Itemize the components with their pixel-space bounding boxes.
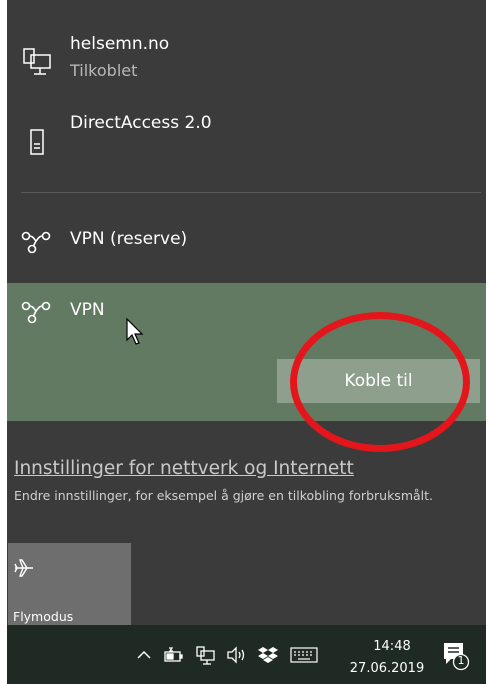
airplane-icon (13, 557, 35, 583)
network-name: helsemn.no (70, 34, 170, 54)
network-status: Tilkoblet (70, 61, 138, 80)
network-name: DirectAccess 2.0 (70, 113, 212, 133)
network-item-directaccess[interactable]: DirectAccess 2.0 (7, 105, 486, 165)
notification-count: 1 (457, 654, 465, 667)
keyboard-icon[interactable] (289, 644, 319, 666)
taskbar: 14:48 27.06.2019 1 (7, 625, 486, 684)
phone-device-icon (21, 127, 53, 159)
network-item-helsemn[interactable]: helsemn.no Tilkoblet (7, 28, 486, 88)
vpn-icon (20, 226, 52, 258)
clock-date[interactable]: 27.06.2019 (342, 661, 432, 676)
vpn-name: VPN (reserve) (70, 229, 188, 249)
battery-icon[interactable] (163, 644, 185, 666)
vpn-item-reserve[interactable]: VPN (reserve) (7, 218, 486, 266)
network-settings-link[interactable]: Innstillinger for nettverk og Internett (14, 458, 354, 479)
clock-time[interactable]: 14:48 (362, 639, 422, 654)
network-icon[interactable] (195, 644, 217, 666)
vpn-name: VPN (70, 300, 105, 320)
section-divider (21, 192, 481, 193)
mouse-cursor-icon (126, 317, 146, 350)
dropbox-icon[interactable] (257, 644, 279, 666)
volume-icon[interactable] (226, 644, 248, 666)
network-settings-description: Endre innstillinger, for eksempel å gjør… (14, 488, 434, 503)
notification-center-icon[interactable]: 1 (441, 640, 471, 672)
connect-button[interactable]: Koble til (277, 359, 480, 403)
network-flyout: helsemn.no Tilkoblet DirectAccess 2.0 VP… (7, 0, 486, 625)
quick-action-airplane-mode[interactable]: Flymodus (8, 543, 131, 625)
ethernet-icon (21, 45, 53, 77)
chevron-up-icon[interactable] (133, 644, 155, 666)
quick-action-label: Flymodus (13, 609, 74, 624)
vpn-icon (20, 296, 52, 328)
